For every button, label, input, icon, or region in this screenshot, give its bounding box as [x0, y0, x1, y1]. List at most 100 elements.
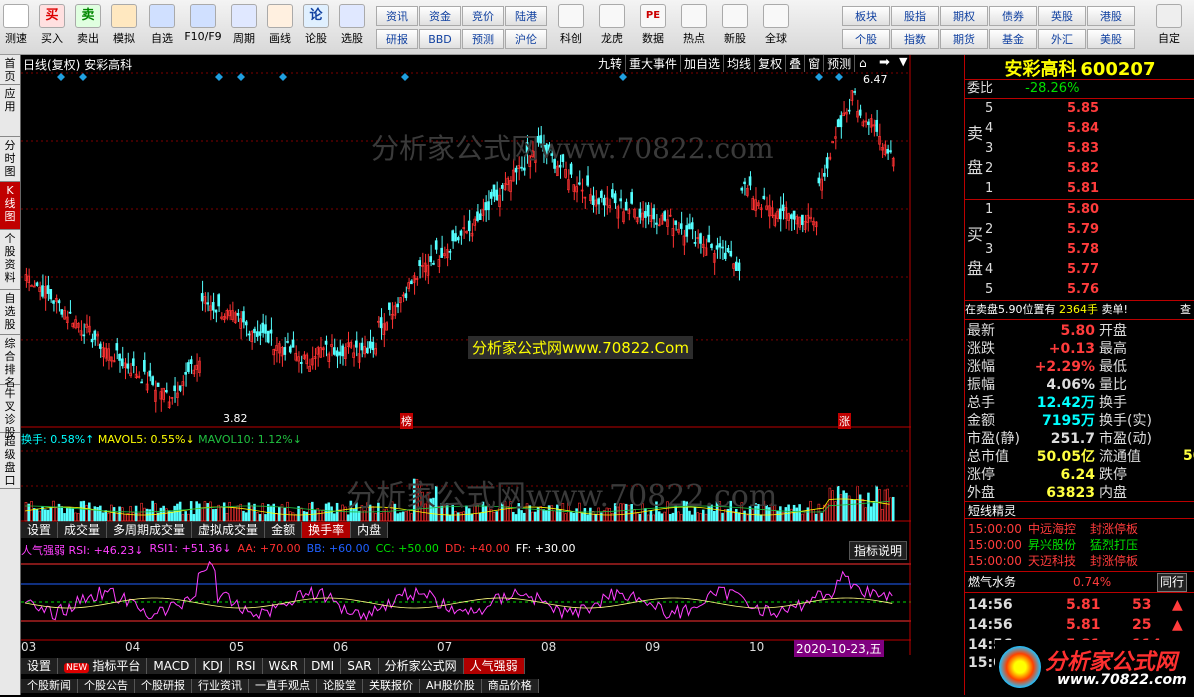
论股-button[interactable]: 论论股 — [300, 2, 332, 52]
选股-button[interactable]: 选股 — [336, 2, 368, 52]
卖出-button[interactable]: 卖卖出 — [72, 2, 104, 52]
toolbar-market-button[interactable]: 英股 — [1038, 6, 1086, 26]
short-row[interactable]: 15:00:00 昇兴股份 猛烈打压 — [968, 537, 1194, 553]
数据-button[interactable]: PE 数据 — [634, 2, 672, 52]
news-tab[interactable]: 商品价格 — [481, 679, 539, 693]
event-diamond-icon[interactable] — [815, 73, 823, 81]
chart-tab[interactable]: 九转 — [595, 55, 627, 72]
toolbar-grid-button[interactable]: 沪伦 — [505, 29, 547, 49]
event-diamond-icon[interactable] — [619, 73, 627, 81]
chart-tab[interactable]: 窗 — [805, 55, 825, 72]
marker-zhang[interactable]: 涨 — [838, 413, 851, 429]
画线-button[interactable]: 画线 — [264, 2, 296, 52]
nav-应用[interactable]: 应用 — [0, 85, 20, 137]
indicator-tab[interactable]: 人气强弱 — [463, 658, 525, 674]
全球-button[interactable]: 全球 — [757, 2, 795, 52]
nav-牛叉诊股[interactable]: 牛叉诊股 — [0, 385, 20, 439]
自选-button[interactable]: 自选 — [146, 2, 178, 52]
toolbar-market-button[interactable]: 期货 — [940, 29, 988, 49]
买入-button[interactable]: 买买入 — [36, 2, 68, 52]
toolbar-market-button[interactable]: 美股 — [1087, 29, 1135, 49]
新股-button[interactable]: 新股 — [716, 2, 754, 52]
toolbar-grid-button[interactable]: 资金 — [419, 6, 461, 26]
nav-综合排名[interactable]: 综合排名 — [0, 335, 20, 389]
nav-个股资料[interactable]: 个股资料 — [0, 230, 20, 290]
toolbar-grid-button[interactable]: 竞价 — [462, 6, 504, 26]
科创-button[interactable]: 科创 — [552, 2, 590, 52]
indicator-tab[interactable]: SAR — [341, 658, 379, 674]
indicator-tab[interactable]: MACD — [147, 658, 197, 674]
short-row[interactable]: 15:00:00 天迈科技 封涨停板 — [968, 553, 1194, 569]
toolbar-market-button[interactable]: 股指 — [891, 6, 939, 26]
chart-tab[interactable]: 重大事件 — [626, 55, 682, 72]
nav-首页[interactable]: 首页 — [0, 55, 20, 85]
book-row[interactable]: 3 5.78 — [985, 240, 1185, 260]
lock-icon[interactable]: ⌂ — [859, 56, 867, 70]
indicator-tab[interactable]: W&R — [262, 658, 306, 674]
nav-超级盘口[interactable]: 超级盘口 — [0, 433, 20, 489]
chart-area[interactable]: 6.475.945.414.884.390.0760.038+74.48+52.… — [21, 55, 955, 657]
nav-自选股[interactable]: 自选股 — [0, 290, 20, 335]
news-tab[interactable]: 个股研报 — [135, 679, 192, 693]
book-row[interactable]: 5 5.76 — [985, 280, 1185, 300]
arrow-right-icon[interactable]: ➡ — [879, 55, 890, 70]
toolbar-market-button[interactable]: 港股 — [1087, 6, 1135, 26]
customize-button[interactable]: 自定 — [1150, 2, 1188, 52]
news-tab[interactable]: 关联报价 — [363, 679, 420, 693]
book-row[interactable]: 3 5.83 — [985, 139, 1185, 159]
volume-tab[interactable]: 设置 — [21, 522, 59, 538]
toolbar-market-button[interactable]: 债券 — [989, 6, 1037, 26]
big-order-notice[interactable]: 在卖盘5.90位置有 2364手 卖单! 查 — [965, 301, 1194, 320]
news-tab[interactable]: 论股堂 — [317, 679, 363, 693]
龙虎-button[interactable]: 龙虎 — [593, 2, 631, 52]
book-row[interactable]: 1 5.81 — [985, 179, 1185, 199]
marker-bang[interactable]: 榜 — [400, 413, 413, 429]
toolbar-market-button[interactable]: 期权 — [940, 6, 988, 26]
event-diamond-icon[interactable] — [79, 73, 87, 81]
short-row[interactable]: 15:00:00 中远海控 封涨停板 — [968, 521, 1194, 537]
indicator-tab[interactable]: KDJ — [196, 658, 230, 674]
news-tab[interactable]: 一直手观点 — [249, 679, 317, 693]
测速-button[interactable]: 测速 — [0, 2, 32, 52]
news-tab[interactable]: 个股公告 — [78, 679, 135, 693]
news-tab[interactable]: AH股价股 — [420, 679, 482, 693]
peer-button[interactable]: 同行 — [1157, 573, 1188, 592]
volume-tab[interactable]: 金额 — [265, 522, 303, 538]
event-diamond-icon[interactable] — [401, 73, 409, 81]
模拟-button[interactable]: 模拟 — [108, 2, 140, 52]
event-diamond-icon[interactable] — [279, 73, 287, 81]
chart-tab[interactable]: 预测 — [824, 55, 856, 72]
toolbar-market-button[interactable]: 板块 — [842, 6, 890, 26]
event-diamond-icon[interactable] — [835, 73, 843, 81]
book-row[interactable]: 4 5.77 — [985, 260, 1185, 280]
toolbar-market-button[interactable]: 个股 — [842, 29, 890, 49]
book-row[interactable]: 5 5.85 — [985, 99, 1185, 119]
chart-tab[interactable]: 复权 — [755, 55, 787, 72]
event-diamond-icon[interactable] — [237, 73, 245, 81]
dropdown-icon[interactable]: ▼ — [899, 55, 907, 68]
news-tab[interactable]: 个股新闻 — [21, 679, 78, 693]
volume-tab[interactable]: 虚拟成交量 — [192, 522, 266, 538]
chart-tab[interactable]: 叠 — [786, 55, 806, 72]
sector-row[interactable]: 燃气水务 0.74% 同行 — [965, 571, 1194, 593]
indicator-tab[interactable]: DMI — [305, 658, 342, 674]
nav-分时图[interactable]: 分时图 — [0, 137, 20, 182]
F10/F9-button[interactable]: F10/F9 — [182, 2, 224, 52]
volume-tab[interactable]: 成交量 — [58, 522, 108, 538]
event-diamond-icon[interactable] — [215, 73, 223, 81]
indicator-tab[interactable]: 分析家公式网 — [378, 658, 464, 674]
book-row[interactable]: 2 5.82 — [985, 159, 1185, 179]
volume-tab[interactable]: 换手率 — [302, 522, 352, 538]
toolbar-market-button[interactable]: 外汇 — [1038, 29, 1086, 49]
toolbar-grid-button[interactable]: BBD — [419, 29, 461, 49]
toolbar-grid-button[interactable]: 研报 — [376, 29, 418, 49]
toolbar-market-button[interactable]: 基金 — [989, 29, 1037, 49]
indicator-tab[interactable]: NEW 指标平台 — [58, 658, 148, 674]
volume-tab[interactable]: 内盘 — [351, 522, 389, 538]
book-row[interactable]: 4 5.84 — [985, 119, 1185, 139]
toolbar-market-button[interactable]: 指数 — [891, 29, 939, 49]
toolbar-grid-button[interactable]: 预测 — [462, 29, 504, 49]
news-tab[interactable]: 行业资讯 — [192, 679, 249, 693]
book-row[interactable]: 2 5.79 — [985, 220, 1185, 240]
indicator-help-button[interactable]: 指标说明 — [849, 541, 908, 560]
